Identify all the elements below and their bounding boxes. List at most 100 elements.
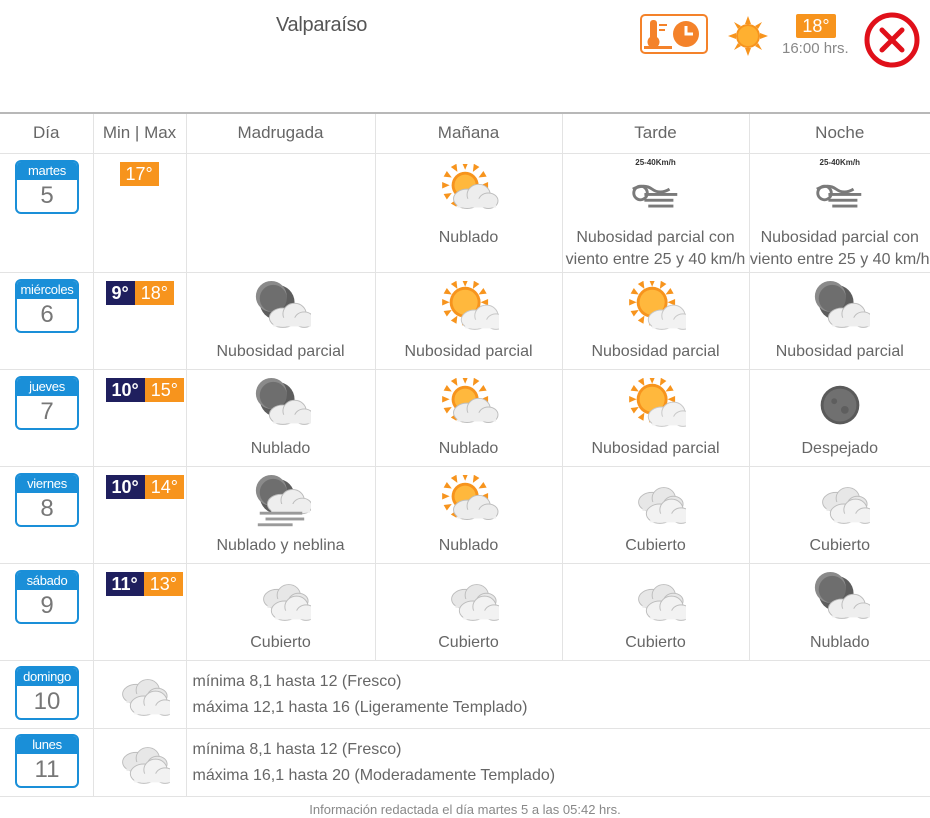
footer-note: Información redactada el día martes 5 a … — [309, 802, 621, 817]
condition-label: Nublado — [438, 439, 499, 457]
wind-icon — [631, 184, 677, 207]
day-badge: lunes 11 — [15, 733, 79, 788]
day-cell: viernes 8 — [0, 465, 94, 564]
day-number: 8 — [40, 494, 54, 522]
period-cell-tarde: Nubosidad parcial — [561, 368, 750, 467]
col-header-madrugada: Madrugada — [185, 114, 376, 154]
day-badge: sábado 9 — [15, 569, 79, 624]
sun-partial-cloud-icon — [628, 377, 686, 427]
sun-cloud-icon — [441, 163, 498, 209]
day-badge: viernes 8 — [15, 472, 79, 527]
moon-icon — [820, 385, 860, 424]
period-cell-noche: Despejado — [748, 368, 930, 467]
extended-icon-cell — [92, 727, 187, 797]
temp-range: 9° 18° — [105, 280, 174, 305]
table-header-row: Día Min | Max Madrugada Mañana Tarde Noc… — [0, 114, 930, 154]
period-cell-madrugada — [185, 152, 376, 273]
cloud-icon — [262, 583, 311, 621]
wind-range-label: 25-40Km/h — [819, 157, 860, 167]
temp-range: 17° — [119, 161, 159, 186]
temp-range: 10° 14° — [105, 474, 184, 499]
current-time: 16:00 hrs. — [782, 40, 849, 57]
cloud-icon — [121, 746, 170, 784]
minmax-cell: 10° 14° — [92, 465, 187, 564]
day-number: 5 — [40, 181, 54, 209]
day-cell: sábado 9 — [0, 562, 94, 661]
condition-label: Cubierto — [625, 633, 686, 651]
temp-min: 10° — [105, 377, 145, 402]
summary-min: mínima 8,1 hasta 12 (Fresco) — [192, 740, 402, 758]
thermometer-clock-icon — [644, 20, 699, 49]
condition-label: Cubierto — [809, 536, 870, 554]
day-name: jueves — [17, 377, 77, 396]
table-row: martes 5 17° Nublado 25-40Km/h Nubosidad … — [0, 152, 930, 273]
condition-label: Nubosidad parcial — [591, 342, 720, 360]
history-button[interactable] — [640, 14, 708, 54]
table-row: lunes 11 mínima 8,1 hasta 12 (Fresco) má… — [0, 727, 930, 797]
col-header-tarde: Tarde — [561, 114, 750, 154]
extended-summary: mínima 8,1 hasta 12 (Fresco) máxima 12,1… — [185, 659, 930, 729]
condition-label: Nubosidad parcial — [216, 342, 345, 360]
wind-range-label: 25-40Km/h — [635, 157, 676, 167]
condition-label: Nublado — [250, 439, 311, 457]
period-cell-manana: Nublado — [374, 368, 563, 467]
day-name: domingo — [17, 667, 77, 686]
table-row: sábado 9 11° 13° Cubierto Cubierto Cubie… — [0, 562, 930, 661]
cloud-icon — [121, 678, 170, 716]
city-title: Valparaíso — [276, 14, 368, 36]
period-cell-madrugada: Nublado y neblina — [185, 465, 376, 564]
period-cell-manana: Nubosidad parcial — [374, 271, 563, 370]
extended-icon-cell — [92, 659, 187, 729]
condition-label: Cubierto — [625, 536, 686, 554]
col-header-noche: Noche — [748, 114, 930, 154]
day-name: martes — [17, 161, 77, 180]
day-badge: domingo 10 — [15, 665, 79, 720]
temp-min: 10° — [105, 474, 145, 499]
temp-max: 15° — [144, 377, 184, 402]
col-header-minmax: Min | Max — [92, 114, 187, 154]
cloud-icon — [450, 583, 499, 621]
temp-min: 9° — [105, 280, 135, 305]
col-header-manana: Mañana — [374, 114, 563, 154]
day-number: 9 — [40, 591, 54, 619]
temp-range: 10° 15° — [105, 377, 184, 402]
page-header: Valparaíso 18° 16:00 hrs. — [0, 0, 930, 112]
condition-label: Nublado — [438, 228, 499, 246]
condition-label: Despejado — [801, 439, 879, 457]
condition-label: Nubosidad parcial — [775, 342, 904, 360]
condition-label: Nublado — [809, 633, 870, 651]
close-icon[interactable] — [864, 12, 920, 68]
col-header-dia: Día — [0, 114, 94, 154]
cloud-icon — [637, 583, 686, 621]
day-cell: domingo 10 — [0, 659, 94, 729]
day-badge: miércoles 6 — [15, 278, 79, 333]
sun-cloud-icon — [441, 474, 498, 520]
day-cell: martes 5 — [0, 152, 94, 273]
condition-label: Nubosidad parcial con viento entre 25 y … — [749, 228, 930, 268]
period-cell-noche: 25-40Km/h Nubosidad parcial con viento en… — [748, 152, 930, 273]
temp-max: 18° — [134, 280, 174, 305]
sun-partial-cloud-icon — [441, 280, 499, 330]
moon-cloud-icon — [814, 280, 870, 328]
temp-min: 11° — [105, 571, 144, 596]
extended-summary: mínima 8,1 hasta 12 (Fresco) máxima 16,1… — [185, 727, 930, 797]
condition-label: Nublado y neblina — [216, 536, 345, 554]
table-row: miércoles 6 9° 18° Nubosidad parcial Nubo… — [0, 271, 930, 370]
period-cell-noche: Cubierto — [748, 465, 930, 564]
table-row: jueves 7 10° 15° Nublado Nublado Nubosida… — [0, 368, 930, 467]
condition-label: Nublado — [438, 536, 499, 554]
period-cell-madrugada: Nublado — [185, 368, 376, 467]
day-number: 11 — [34, 755, 60, 783]
condition-label: Cubierto — [250, 633, 311, 651]
period-cell-noche: Nublado — [748, 562, 930, 661]
day-number: 10 — [33, 687, 61, 715]
condition-label: Nubosidad parcial — [591, 439, 720, 457]
period-cell-tarde: Cubierto — [561, 562, 750, 661]
period-cell-manana: Nublado — [374, 465, 563, 564]
sun-icon — [728, 16, 768, 56]
minmax-cell: 10° 15° — [92, 368, 187, 467]
cloud-icon — [637, 486, 686, 524]
day-number: 6 — [40, 300, 54, 328]
moon-cloud-icon — [255, 377, 311, 425]
temp-max: 14° — [144, 474, 184, 499]
